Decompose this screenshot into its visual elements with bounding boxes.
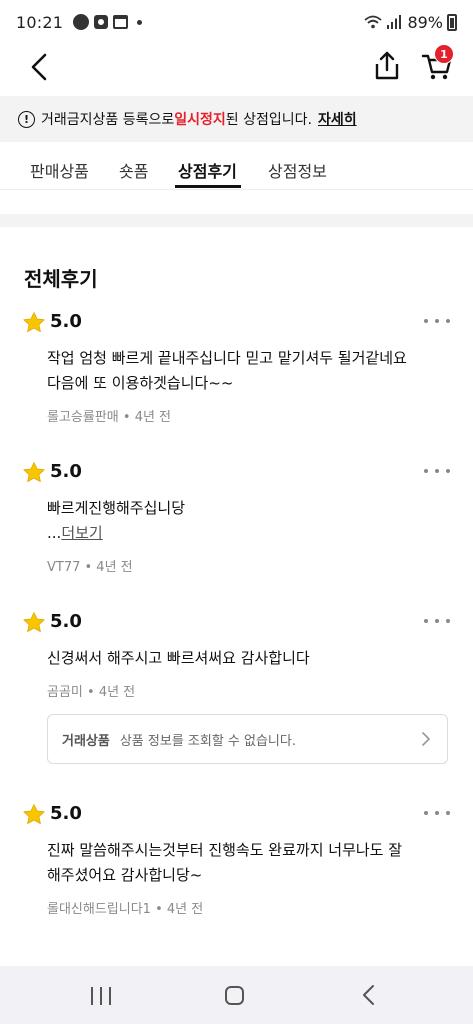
review-line: 진짜 말씀해주시는것부터 진행속도 완료까지 너무나도 잘 bbox=[47, 841, 403, 859]
share-button[interactable] bbox=[370, 49, 404, 83]
calendar-icon bbox=[113, 15, 129, 29]
status-time: 10:21 bbox=[16, 12, 64, 32]
status-right: 89% bbox=[363, 13, 457, 32]
back-arrow-icon bbox=[31, 53, 47, 81]
talk-icon bbox=[73, 14, 90, 30]
chevron-right-icon bbox=[422, 732, 430, 746]
review-text: 신경써서 해주시고 빠르셔써요 감사합니다 bbox=[47, 646, 447, 671]
section-divider bbox=[0, 214, 473, 227]
more-icon[interactable] bbox=[424, 319, 450, 327]
review-ellipsis: ... bbox=[47, 524, 62, 542]
notice-details-link[interactable]: 자세히 bbox=[318, 109, 357, 129]
more-notifications-icon bbox=[137, 19, 143, 25]
share-icon bbox=[375, 51, 399, 80]
cart-count-badge: 1 bbox=[434, 44, 454, 64]
review-text: 빠르게진행해주십니당 ...더보기 bbox=[47, 496, 447, 546]
tab-store-info[interactable]: 상점정보 bbox=[268, 158, 327, 182]
recent-apps-button[interactable] bbox=[91, 987, 111, 1005]
system-nav-bar bbox=[0, 966, 473, 1024]
notice-prefix: 거래금지상품 등록으로 bbox=[41, 112, 175, 128]
review-text: 작업 엄청 빠르게 끝내주십니다 믿고 맡기셔두 될거같네요 다음에 또 이용하… bbox=[47, 346, 447, 396]
notification-icons bbox=[73, 14, 143, 30]
more-icon[interactable] bbox=[424, 619, 450, 627]
review-score: 5.0 bbox=[50, 611, 82, 632]
review-score: 5.0 bbox=[50, 803, 82, 824]
star-icon bbox=[23, 612, 45, 632]
review-line: 작업 엄청 빠르게 끝내주십니다 믿고 맡기셔두 될거같네요 bbox=[47, 349, 407, 367]
store-tabs: 판매상품 숏폼 상점후기 상점정보 bbox=[0, 142, 473, 190]
app-notification-icon bbox=[94, 15, 109, 29]
review-line: 다음에 또 이용하겟습니다~~ bbox=[47, 374, 234, 392]
home-button[interactable] bbox=[225, 986, 244, 1005]
more-icon[interactable] bbox=[424, 469, 450, 477]
review-score: 5.0 bbox=[50, 461, 82, 482]
back-button[interactable] bbox=[22, 50, 56, 84]
review-line: 빠르게진행해주십니당 bbox=[47, 499, 186, 517]
system-back-icon[interactable] bbox=[358, 984, 378, 1006]
traded-product-box[interactable]: 거래상품 상품 정보를 조회할 수 없습니다. bbox=[47, 714, 448, 764]
tab-shortform[interactable]: 숏폼 bbox=[119, 158, 148, 182]
review-meta: VT77 • 4년 전 bbox=[47, 560, 133, 575]
read-more-link[interactable]: 더보기 bbox=[61, 524, 102, 542]
tab-store-reviews[interactable]: 상점후기 bbox=[178, 158, 237, 182]
battery-icon bbox=[447, 13, 457, 31]
traded-product-label: 거래상품 bbox=[62, 733, 110, 749]
battery-percent: 89% bbox=[407, 12, 443, 32]
review-line: 해주셨어요 감사합니당~ bbox=[47, 866, 203, 884]
review-line: 신경써서 해주시고 빠르셔써요 감사합니다 bbox=[47, 649, 310, 667]
review-text: 진짜 말씀해주시는것부터 진행속도 완료까지 너무나도 잘 해주셨어요 감사합니… bbox=[47, 838, 447, 888]
notice-suffix: 된 상점입니다. bbox=[225, 112, 312, 128]
review-meta: 롤대신해드립니다1 • 4년 전 bbox=[47, 902, 204, 917]
wifi-icon bbox=[364, 15, 383, 29]
suspended-notice-banner: ! 거래금지상품 등록으로 일시정지 된 상점입니다. 자세히 bbox=[0, 96, 473, 142]
alert-icon: ! bbox=[18, 110, 35, 128]
review-meta: 롤고승률판매 • 4년 전 bbox=[47, 410, 172, 425]
top-app-bar: 1 bbox=[0, 44, 473, 96]
more-icon[interactable] bbox=[424, 811, 450, 819]
review-more-line: ...더보기 bbox=[47, 521, 447, 546]
review-meta: 곰곰미 • 4년 전 bbox=[47, 685, 136, 700]
star-icon bbox=[23, 462, 45, 482]
star-icon bbox=[23, 312, 45, 332]
star-icon bbox=[23, 804, 45, 824]
traded-product-text: 상품 정보를 조회할 수 없습니다. bbox=[119, 733, 296, 749]
tab-products[interactable]: 판매상품 bbox=[30, 158, 89, 182]
active-tab-indicator bbox=[175, 185, 241, 188]
reviews-title: 전체후기 bbox=[24, 267, 98, 291]
status-bar: 10:21 89% bbox=[0, 0, 473, 44]
signal-icon bbox=[387, 15, 402, 29]
notice-highlight: 일시정지 bbox=[174, 112, 226, 128]
review-score: 5.0 bbox=[50, 311, 82, 332]
